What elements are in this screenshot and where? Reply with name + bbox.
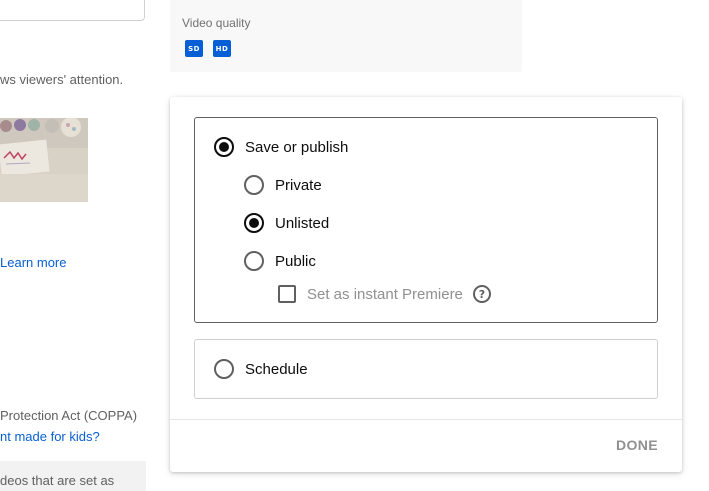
details-panel: ws viewers' attention. Learn more Protec…	[0, 0, 150, 491]
private-label: Private	[275, 176, 322, 194]
sd-badge: SD	[185, 40, 203, 57]
private-option[interactable]: Private	[244, 175, 322, 195]
info-box-text: deos that are set as	[0, 473, 115, 488]
video-quality-card: Video quality SD HD	[170, 0, 522, 72]
coppa-text: Protection Act (COPPA)	[0, 408, 138, 423]
text-field[interactable]	[0, 0, 145, 21]
unlisted-option[interactable]: Unlisted	[244, 213, 329, 233]
schedule-radio[interactable]	[214, 359, 234, 379]
thumbnail-image[interactable]	[0, 118, 88, 202]
private-radio[interactable]	[244, 175, 264, 195]
instant-premiere-option[interactable]: Set as instant Premiere ?	[278, 285, 491, 303]
radio-dot	[249, 218, 259, 228]
save-or-publish-option[interactable]: Save or publish	[214, 137, 348, 157]
unlisted-radio[interactable]	[244, 213, 264, 233]
schedule-label: Schedule	[245, 360, 308, 378]
page-root: ws viewers' attention. Learn more Protec…	[0, 0, 709, 491]
instant-premiere-checkbox[interactable]	[278, 285, 296, 303]
save-or-publish-section: Save or publish Private Unlisted Public …	[194, 117, 658, 323]
save-or-publish-radio[interactable]	[214, 137, 234, 157]
done-button[interactable]: DONE	[616, 435, 658, 455]
public-option[interactable]: Public	[244, 251, 316, 271]
thumbnail-description: ws viewers' attention.	[0, 72, 124, 87]
thumbnail-picture	[0, 118, 88, 202]
learn-more-link[interactable]: Learn more	[0, 255, 66, 270]
public-label: Public	[275, 252, 316, 270]
hd-badge: HD	[213, 40, 231, 57]
dialog-divider	[170, 419, 682, 420]
unlisted-label: Unlisted	[275, 214, 330, 232]
instant-premiere-label: Set as instant Premiere	[307, 285, 463, 303]
visibility-dialog: Save or publish Private Unlisted Public …	[170, 97, 682, 472]
info-box: deos that are set as	[0, 461, 146, 491]
schedule-option[interactable]: Schedule	[214, 359, 308, 379]
schedule-section: Schedule	[194, 339, 658, 399]
made-for-kids-link[interactable]: nt made for kids?	[0, 429, 100, 444]
video-quality-label: Video quality	[182, 16, 251, 30]
radio-dot	[219, 142, 229, 152]
save-or-publish-label: Save or publish	[245, 138, 349, 156]
public-radio[interactable]	[244, 251, 264, 271]
help-icon[interactable]: ?	[472, 285, 491, 303]
